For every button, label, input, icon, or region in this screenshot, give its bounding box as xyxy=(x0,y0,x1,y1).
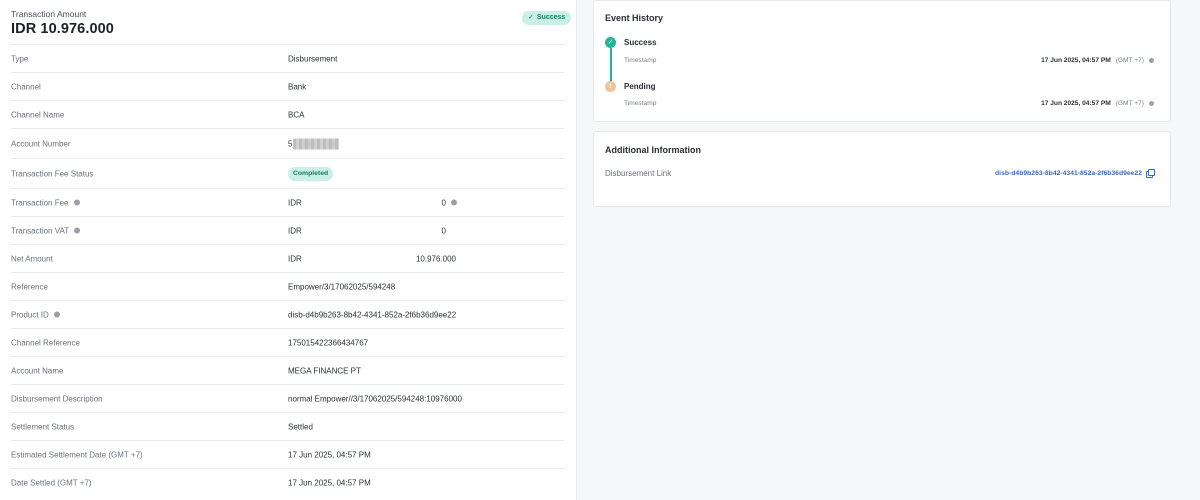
info-icon[interactable] xyxy=(53,311,60,318)
detail-label: Date Settled (GMT +7) xyxy=(11,478,92,487)
transaction-amount-value: IDR 10.976.000 xyxy=(11,21,114,37)
detail-label: Transaction Fee xyxy=(11,198,80,207)
fee-status-value: Completed xyxy=(288,166,334,181)
detail-row-disbursement-description: Disbursement Description normal Empower/… xyxy=(11,384,564,412)
additional-information-title: Additional Information xyxy=(605,145,701,155)
event-history-card: Event History ✓ ! Success Timestamp 17 J… xyxy=(593,0,1171,122)
event-history-title: Event History xyxy=(605,13,664,23)
event-timestamp-label: Timestamp xyxy=(624,57,657,64)
detail-label: Net Amount xyxy=(11,254,53,263)
detail-label: Transaction Fee Status xyxy=(11,169,94,178)
detail-row-type: Type Disbursement xyxy=(11,44,564,72)
info-icon[interactable] xyxy=(73,199,80,206)
details-list: Type Disbursement Channel Bank Channel N… xyxy=(11,44,564,496)
disbursement-link-label: Disbursement Link xyxy=(605,169,672,178)
detail-row-estimated-settlement-date: Estimated Settlement Date (GMT +7) 17 Ju… xyxy=(11,440,564,468)
detail-label: Channel Reference xyxy=(11,338,80,347)
status-badge-label: Success xyxy=(536,14,566,21)
detail-label: Account Number xyxy=(11,139,71,148)
detail-value: disb-d4b9b263-8b42-4341-852a-2f6b36d9ee2… xyxy=(288,310,457,319)
detail-label: Account Name xyxy=(11,366,64,375)
detail-label: Channel xyxy=(11,82,41,91)
detail-value: normal Empower//3/17062025/594248:109760… xyxy=(288,394,462,403)
event-timestamp-value: 17 Jun 2025, 04:57 PM (GMT +7) xyxy=(1041,57,1154,64)
disbursement-link[interactable]: disb-d4b9b263-8b42-4341-852a-2f6b36d9ee2… xyxy=(995,169,1155,178)
timeline-connector xyxy=(610,48,612,84)
detail-row-settlement-status: Settlement Status Settled xyxy=(11,412,564,440)
detail-value: 17 Jun 2025, 04:57 PM xyxy=(288,450,371,459)
transaction-amount-header: Transaction Amount IDR 10.976.000 xyxy=(11,9,114,37)
account-number-value: 5 xyxy=(288,138,340,149)
currency-value: IDR xyxy=(288,254,302,263)
detail-value: Disbursement xyxy=(288,54,338,63)
event-status-success: Success xyxy=(624,38,657,47)
detail-label-text: Product ID xyxy=(11,310,49,319)
detail-label: Reference xyxy=(11,282,48,291)
detail-label-text: Transaction VAT xyxy=(11,226,70,235)
detail-row-account-number: Account Number 5 xyxy=(11,128,564,158)
detail-row-reference: Reference Empower/3/17062025/594248 xyxy=(11,272,564,300)
event-timezone: (GMT +7) xyxy=(1115,100,1144,107)
event-timestamp-value: 17 Jun 2025, 04:57 PM (GMT +7) xyxy=(1041,100,1154,107)
masked-account-number xyxy=(293,138,340,149)
amount-value: 10.976.000 xyxy=(415,254,456,263)
additional-information-card: Additional Information Disbursement Link… xyxy=(593,131,1171,207)
disbursement-link-text[interactable]: disb-d4b9b263-8b42-4341-852a-2f6b36d9ee2… xyxy=(995,170,1142,177)
detail-row-channel: Channel Bank xyxy=(11,72,564,100)
currency-value: IDR xyxy=(288,226,302,235)
detail-label: Settlement Status xyxy=(11,422,75,431)
copy-icon[interactable] xyxy=(1146,169,1155,178)
detail-row-transaction-vat: Transaction VAT IDR 0 xyxy=(11,216,564,244)
account-number-visible: 5 xyxy=(288,139,293,148)
detail-row-transaction-fee: Transaction Fee IDR 0 xyxy=(11,188,564,216)
amount-text: 0 xyxy=(441,198,446,207)
info-icon[interactable] xyxy=(1149,101,1154,106)
detail-value: 17 Jun 2025, 04:57 PM xyxy=(288,478,371,487)
detail-label: Estimated Settlement Date (GMT +7) xyxy=(11,450,143,459)
detail-value: 1750154223664347​67 xyxy=(288,338,369,347)
detail-value: Empower/3/17062025/594248 xyxy=(288,282,396,291)
detail-value: Bank xyxy=(288,82,307,91)
detail-value: MEGA FINANCE PT xyxy=(288,366,361,375)
event-time: 17 Jun 2025, 04:57 PM xyxy=(1041,57,1111,64)
event-timezone: (GMT +7) xyxy=(1115,57,1144,64)
currency-value: IDR xyxy=(288,198,302,207)
detail-label: Product ID xyxy=(11,310,60,319)
detail-row-product-id: Product ID disb-d4b9b263-8b42-4341-852a-… xyxy=(11,300,564,328)
transaction-details-panel: Transaction Amount IDR 10.976.000 ✓ Succ… xyxy=(0,0,577,500)
info-icon[interactable] xyxy=(1149,58,1154,63)
detail-label: Transaction VAT xyxy=(11,226,81,235)
amount-value: 0 xyxy=(388,198,457,207)
detail-row-fee-status: Transaction Fee Status Completed xyxy=(11,158,564,188)
event-status-pending: Pending xyxy=(624,82,656,91)
detail-value: BCA xyxy=(288,110,305,119)
info-icon[interactable] xyxy=(451,199,457,206)
check-icon: ✓ xyxy=(605,37,616,48)
event-timestamp-label: Timestamp xyxy=(624,100,657,107)
detail-label: Channel Name xyxy=(11,110,65,119)
status-badge: ✓ Success xyxy=(522,11,572,25)
amount-value: 0 xyxy=(441,226,446,235)
check-icon: ✓ xyxy=(528,14,534,21)
detail-row-net-amount: Net Amount IDR 10.976.000 xyxy=(11,244,564,272)
detail-row-date-settled: Date Settled (GMT +7) 17 Jun 2025, 04:57… xyxy=(11,468,564,496)
detail-label: Disbursement Description xyxy=(11,394,103,403)
detail-row-channel-reference: Channel Reference 1750154223664347​67 xyxy=(11,328,564,356)
detail-row-account-name: Account Name MEGA FINANCE PT xyxy=(11,356,564,384)
transaction-amount-label: Transaction Amount xyxy=(11,9,87,19)
detail-value: Settled xyxy=(288,422,313,431)
info-icon[interactable] xyxy=(74,227,81,234)
pending-icon: ! xyxy=(605,81,616,92)
event-time: 17 Jun 2025, 04:57 PM xyxy=(1041,100,1111,107)
detail-row-channel-name: Channel Name BCA xyxy=(11,100,564,128)
detail-label: Type xyxy=(11,54,29,63)
detail-label-text: Transaction Fee xyxy=(11,198,69,207)
completed-badge: Completed xyxy=(288,166,334,181)
